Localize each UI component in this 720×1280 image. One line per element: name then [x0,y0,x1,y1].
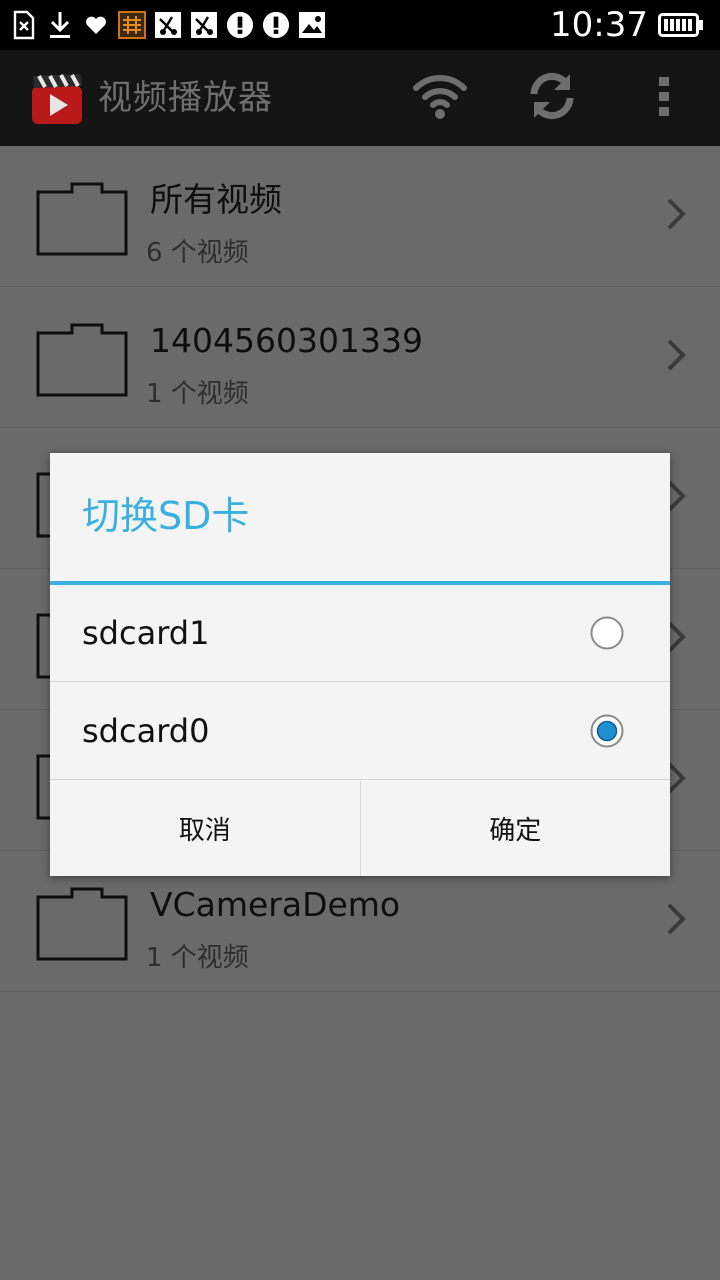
mute-icon [154,10,182,40]
folder-count: 1 个视频 [146,943,249,973]
heart-icon [82,10,110,40]
folder-count: 1 个视频 [146,379,249,409]
folder-name: 1404560301339 [150,321,423,360]
alert-icon [226,10,254,40]
cancel-button[interactable]: 取消 [50,781,360,876]
folder-count: 6 个视频 [146,238,249,268]
notification-icons [10,9,326,41]
option-sdcard1[interactable]: sdcard1 [50,585,670,682]
refresh-icon [526,70,578,126]
option-label: sdcard1 [82,614,210,652]
wifi-button[interactable] [410,68,470,128]
action-bar: 视频播放器 [0,50,720,146]
status-bar: 10:37 [0,0,720,50]
folder-name: 所有视频 [150,180,282,219]
dialog-title: 切换SD卡 [82,494,250,538]
folder-icon [36,887,128,961]
switch-sd-card-dialog: 切换SD卡 sdcard1 sdcard0 取消 确定 [50,453,670,876]
folder-row[interactable]: 1404560301339 1 个视频 [0,287,720,428]
battery-icon [658,13,704,37]
image-icon [298,10,326,40]
folder-row[interactable]: 所有视频 6 个视频 [0,146,720,287]
folder-icon [36,182,128,256]
folder-icon [36,323,128,397]
app-notify-icon [118,10,146,40]
chevron-right-icon [667,339,686,371]
chevron-right-icon [667,198,686,230]
ok-button[interactable]: 确定 [359,781,671,876]
option-label: sdcard0 [82,712,210,750]
overflow-menu-button[interactable] [634,68,694,128]
chevron-right-icon [667,903,686,935]
wifi-icon [412,72,468,124]
alert-icon [262,10,290,40]
radio-unselected-icon[interactable] [590,616,624,650]
folder-name: VCameraDemo [150,885,401,924]
clock: 10:37 [550,5,648,45]
mute-icon [190,10,218,40]
overflow-menu-icon [657,75,671,121]
app-logo-icon [30,72,84,126]
download-icon [46,10,74,40]
radio-selected-icon[interactable] [590,714,624,748]
refresh-button[interactable] [522,68,582,128]
app-title: 视频播放器 [98,78,273,118]
sim-icon [10,10,38,40]
dialog-buttons: 取消 确定 [50,781,670,876]
option-sdcard0[interactable]: sdcard0 [50,683,670,780]
